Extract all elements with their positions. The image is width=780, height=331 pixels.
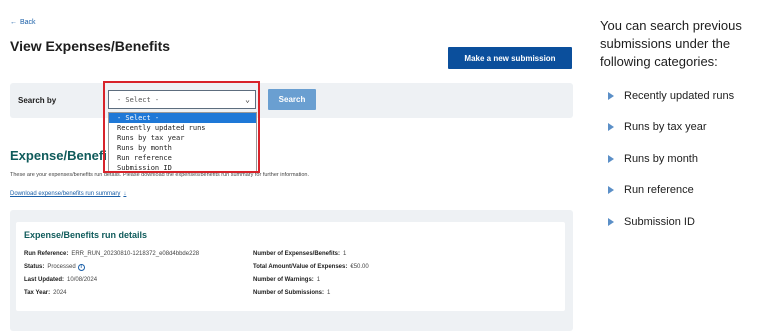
- side-item: Submission ID: [608, 216, 695, 228]
- download-summary-link[interactable]: Download expense/benefits run summary ↓: [10, 191, 126, 197]
- info-icon[interactable]: i: [77, 264, 85, 271]
- detail-number-of-expenses: Number of Expenses/Benefits: 1: [253, 251, 346, 257]
- detail-number-of-submissions: Number of Submissions: 1: [253, 290, 330, 296]
- triangle-bullet-icon: [608, 123, 614, 131]
- side-item-label: Runs by tax year: [624, 121, 707, 133]
- select-value: - Select -: [117, 95, 160, 104]
- triangle-bullet-icon: [608, 155, 614, 163]
- dropdown-option[interactable]: Runs by month: [109, 143, 256, 153]
- chevron-down-icon: ⌄: [245, 95, 250, 104]
- triangle-bullet-icon: [608, 218, 614, 226]
- arrow-left-icon: ←: [10, 19, 17, 26]
- dropdown-option[interactable]: Submission ID: [109, 163, 256, 173]
- side-item: Runs by month: [608, 153, 698, 165]
- detail-key: Total Amount/Value of Expenses:: [253, 264, 348, 270]
- side-panel: You can search previous submissions unde…: [596, 0, 780, 331]
- detail-number-of-warnings: Number of Warnings: 1: [253, 277, 320, 283]
- side-item-label: Recently updated runs: [624, 90, 735, 102]
- page-title: View Expenses/Benefits: [10, 38, 171, 54]
- dropdown-option[interactable]: Recently updated runs: [109, 123, 256, 133]
- dropdown-option[interactable]: Runs by tax year: [109, 133, 256, 143]
- detail-value: 1: [327, 290, 331, 296]
- section-heading: Expense/Benefi: [10, 148, 107, 163]
- side-item-label: Submission ID: [624, 216, 695, 228]
- detail-key: Status:: [24, 264, 45, 270]
- detail-value: Processed: [47, 264, 76, 270]
- detail-status: Status: Processed i: [24, 264, 85, 271]
- dropdown-option[interactable]: Run reference: [109, 153, 256, 163]
- side-item: Runs by tax year: [608, 121, 707, 133]
- detail-total-amount: Total Amount/Value of Expenses: €50.00: [253, 264, 369, 270]
- search-button[interactable]: Search: [268, 89, 316, 110]
- detail-key: Tax Year:: [24, 290, 51, 296]
- details-title: Expense/Benefits run details: [24, 230, 148, 240]
- download-icon: ↓: [123, 191, 127, 197]
- detail-value: 1: [316, 277, 321, 283]
- detail-key: Number of Submissions:: [253, 290, 325, 296]
- triangle-bullet-icon: [608, 186, 614, 194]
- detail-last-updated: Last Updated: 10/08/2024: [24, 277, 97, 283]
- side-item-label: Run reference: [624, 184, 694, 196]
- new-submission-button[interactable]: Make a new submission: [448, 47, 572, 69]
- detail-key: Last Updated:: [24, 277, 65, 283]
- detail-key: Run Reference:: [24, 251, 69, 257]
- detail-value: 10/08/2024: [67, 277, 98, 283]
- side-item-label: Runs by month: [624, 153, 698, 165]
- search-category-dropdown: - Select - Recently updated runs Runs by…: [108, 112, 257, 172]
- detail-run-reference: Run Reference: ERR_RUN_20230810-1218372_e…: [24, 251, 199, 257]
- download-link-label: Download expense/benefits run summary: [10, 191, 121, 197]
- detail-value: 1: [343, 251, 347, 257]
- back-link[interactable]: ← Back: [10, 19, 36, 26]
- search-category-select[interactable]: - Select - ⌄: [108, 90, 256, 109]
- search-by-label: Search by: [18, 96, 57, 105]
- dropdown-option[interactable]: - Select -: [109, 113, 256, 123]
- side-item: Recently updated runs: [608, 90, 734, 102]
- triangle-bullet-icon: [608, 92, 614, 100]
- detail-value: €50.00: [350, 264, 369, 270]
- detail-key: Number of Expenses/Benefits:: [253, 251, 341, 257]
- back-label: Back: [20, 19, 36, 26]
- detail-value: ERR_RUN_20230810-1218372_e08d4bbde228: [71, 251, 200, 257]
- side-intro: You can search previous submissions unde…: [600, 18, 742, 69]
- expenses-app: ← Back View Expenses/Benefits Make a new…: [0, 0, 585, 331]
- side-item: Run reference: [608, 184, 694, 196]
- detail-tax-year: Tax Year: 2024: [24, 290, 67, 296]
- detail-value: 2024: [53, 290, 67, 296]
- detail-key: Number of Warnings:: [253, 277, 314, 283]
